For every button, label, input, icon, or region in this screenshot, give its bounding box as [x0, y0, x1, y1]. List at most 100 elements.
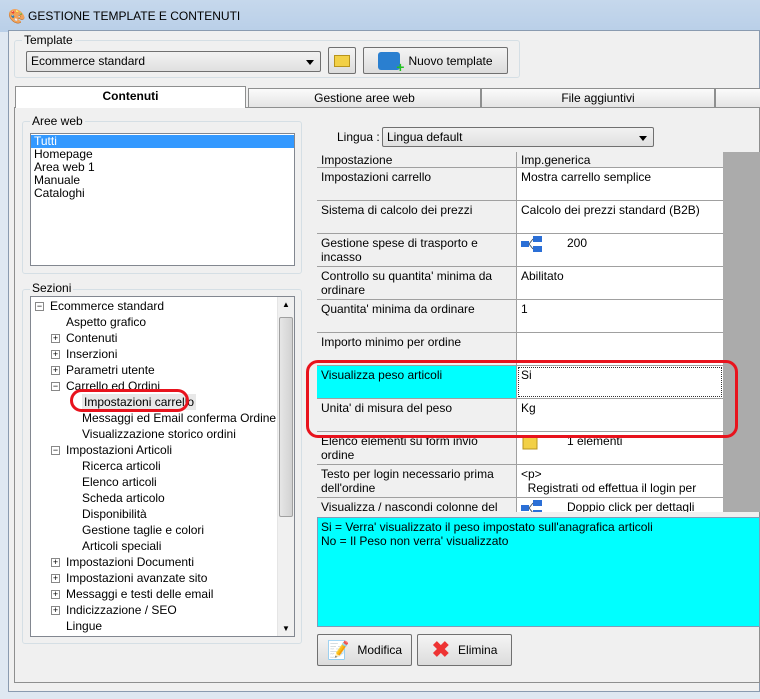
plus-expander-icon[interactable]: + — [51, 574, 60, 583]
setting-value-cell[interactable]: 1 — [517, 300, 723, 332]
plus-expander-icon[interactable]: + — [51, 606, 60, 615]
grid-row[interactable]: Impostazioni carrello Mostra carrello sem… — [317, 168, 723, 201]
setting-name: Testo per login necessario prima dell'or… — [317, 465, 517, 497]
grid-row[interactable]: Controllo su quantita' minima da ordinar… — [317, 267, 723, 300]
setting-value-cell[interactable]: <p> Registrati od effettua il login per — [517, 465, 723, 497]
grid-row[interactable]: Visualizza / nascondi colonne del Doppio … — [317, 498, 723, 512]
plus-expander-icon[interactable]: + — [51, 558, 60, 567]
lingua-label: Lingua : — [337, 130, 380, 144]
tab-contenuti[interactable]: Contenuti — [15, 86, 246, 110]
setting-value-cell[interactable]: 200 — [517, 234, 723, 266]
tree-item[interactable]: Elenco articoli — [82, 474, 157, 490]
tree-icon — [521, 236, 543, 252]
tree-item[interactable]: Ecommerce standard — [50, 298, 164, 314]
tree-item[interactable]: Lingue — [66, 618, 102, 634]
tree-item[interactable]: Impostazioni avanzate sito — [66, 570, 207, 586]
tree-item[interactable]: Visualizzazione storico ordini — [82, 426, 236, 442]
plus-expander-icon[interactable]: + — [51, 366, 60, 375]
setting-value: Doppio click per dettagli — [567, 500, 695, 512]
plus-expander-icon[interactable]: + — [51, 590, 60, 599]
setting-value: <p> Registrati od effettua il login per — [521, 467, 697, 495]
tree-item[interactable]: Scheda articolo — [82, 490, 165, 506]
template-label: Template — [22, 33, 75, 47]
minus-expander-icon[interactable]: − — [51, 382, 60, 391]
aree-web-item[interactable]: Cataloghi — [31, 187, 294, 200]
setting-value: Abilitato — [521, 269, 564, 283]
tree-item[interactable]: Articoli speciali — [82, 538, 161, 554]
aree-web-list[interactable]: Tutti Homepage Area web 1 Manuale Cataloghi — [30, 133, 295, 266]
plus-expander-icon[interactable]: + — [51, 334, 60, 343]
minus-expander-icon[interactable]: − — [51, 446, 60, 455]
setting-name: Visualizza / nascondi colonne del — [317, 498, 517, 512]
template-select[interactable]: Ecommerce standard — [26, 51, 321, 72]
tree-item[interactable]: Gestione taglie e colori — [82, 522, 204, 538]
delete-x-icon: ✖ — [431, 637, 451, 662]
tab-gestione-aree-web[interactable]: Gestione aree web — [248, 88, 481, 108]
template-select-value: Ecommerce standard — [31, 54, 146, 68]
lingua-select[interactable]: Lingua default — [382, 127, 654, 147]
tree-item[interactable]: Inserzioni — [66, 346, 117, 362]
description-line: Si = Verra' visualizzato il peso imposta… — [321, 520, 653, 534]
lingua-select-value: Lingua default — [387, 130, 463, 144]
tab-label: Contenuti — [102, 89, 159, 103]
setting-name: Quantita' minima da ordinare — [317, 300, 517, 332]
grid-row[interactable]: Quantita' minima da ordinare 1 — [317, 300, 723, 333]
grid-row[interactable]: Gestione spese di trasporto e incasso 200 — [317, 234, 723, 267]
open-folder-button[interactable] — [328, 47, 356, 74]
new-template-button[interactable]: + Nuovo template — [363, 47, 508, 74]
settings-grid[interactable]: Impostazione Imp.generica Impostazioni c… — [317, 152, 760, 512]
tree-item[interactable]: Messaggi ed Email conferma Ordine — [82, 410, 276, 426]
tree-item[interactable]: Parametri utente — [66, 362, 155, 378]
minus-expander-icon[interactable]: − — [35, 302, 44, 311]
setting-value-cell[interactable]: Doppio click per dettagli — [517, 498, 723, 512]
modifica-button[interactable]: 📝 Modifica — [317, 634, 412, 666]
scroll-up-icon[interactable]: ▲ — [278, 300, 294, 309]
description-line: No = Il Peso non verra' visualizzato — [321, 534, 509, 548]
grid-row[interactable]: Testo per login necessario prima dell'or… — [317, 465, 723, 498]
tab-more[interactable] — [715, 88, 760, 108]
setting-value-cell[interactable]: Abilitato — [517, 267, 723, 299]
sezioni-tree[interactable]: ▲ ▼ − Ecommerce standard Aspetto grafico + C… — [30, 296, 295, 637]
grid-row[interactable]: Sistema di calcolo dei prezzi Calcolo dei… — [317, 201, 723, 234]
plus-expander-icon[interactable]: + — [51, 350, 60, 359]
tree-scrollbar[interactable]: ▲ ▼ — [277, 297, 294, 636]
tab-label: Gestione aree web — [314, 91, 415, 105]
tab-file-aggiuntivi[interactable]: File aggiuntivi — [481, 88, 715, 108]
setting-value: 1 — [521, 302, 528, 316]
setting-name: Controllo su quantita' minima da ordinar… — [317, 267, 517, 299]
tree-item[interactable]: Messaggi e testi delle email — [66, 586, 213, 602]
tree-item[interactable]: Impostazioni Articoli — [66, 442, 172, 458]
setting-value-cell[interactable]: Calcolo dei prezzi standard (B2B) — [517, 201, 723, 233]
sezioni-label: Sezioni — [30, 281, 74, 295]
annotation-highlight-tree — [70, 389, 189, 412]
edit-icon: 📝 — [326, 639, 350, 660]
tree-item[interactable]: Disponibilità — [82, 506, 147, 522]
window-title: GESTIONE TEMPLATE E CONTENUTI — [28, 9, 241, 23]
scroll-thumb[interactable] — [279, 317, 293, 517]
elimina-button[interactable]: ✖ Elimina — [417, 634, 512, 666]
setting-value-cell[interactable]: Mostra carrello semplice — [517, 168, 723, 200]
setting-name: Gestione spese di trasporto e incasso — [317, 234, 517, 266]
app-icon: 🎨 — [8, 8, 26, 24]
setting-value: Mostra carrello semplice — [521, 170, 652, 184]
tree-item[interactable]: Indicizzazione / SEO — [66, 602, 177, 618]
title-bar: 🎨 GESTIONE TEMPLATE E CONTENUTI — [0, 0, 760, 32]
grid-header: Impostazione Imp.generica — [317, 152, 723, 168]
column-header-imp-generica[interactable]: Imp.generica — [517, 152, 723, 167]
tab-label: File aggiuntivi — [561, 91, 635, 105]
tree-item[interactable]: Contenuti — [66, 330, 117, 346]
chevron-down-icon — [306, 60, 314, 65]
modifica-label: Modifica — [357, 643, 403, 657]
new-template-label: Nuovo template — [408, 53, 493, 68]
tree-item[interactable]: Ricerca articoli — [82, 458, 161, 474]
tree-item[interactable]: Aspetto grafico — [66, 314, 146, 330]
elimina-label: Elimina — [458, 643, 498, 657]
add-template-icon: + — [378, 51, 404, 74]
chevron-down-icon — [639, 136, 647, 141]
description-box: Si = Verra' visualizzato il peso imposta… — [317, 517, 760, 627]
tree-item[interactable]: Impostazioni Documenti — [66, 554, 194, 570]
scroll-down-icon[interactable]: ▼ — [278, 624, 294, 633]
aree-web-label: Aree web — [30, 114, 85, 128]
setting-value: 200 — [567, 236, 588, 251]
column-header-impostazione[interactable]: Impostazione — [317, 152, 517, 167]
